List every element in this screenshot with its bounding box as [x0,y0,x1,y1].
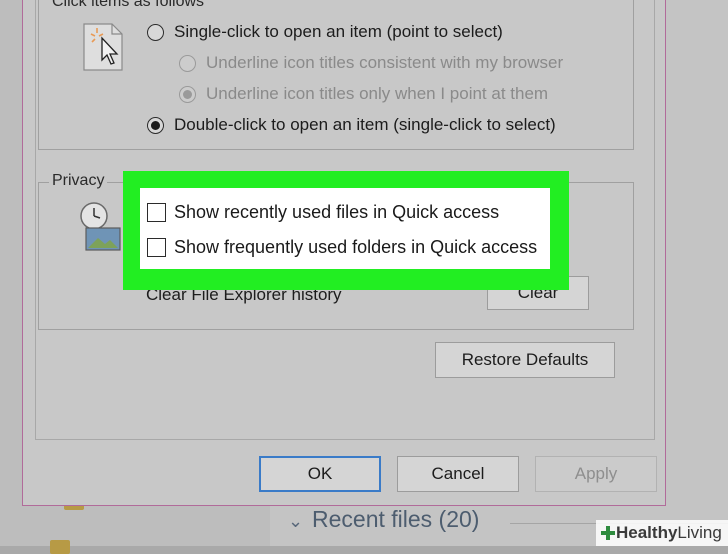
recent-files-title: Recent files (20) [312,506,480,532]
show-frequent-folders-label[interactable]: Show frequently used folders in Quick ac… [174,237,537,258]
show-recent-files-label[interactable]: Show recently used files in Quick access [174,202,499,223]
underline-browser-label[interactable]: Underline icon titles consistent with my… [206,53,563,73]
double-click-label[interactable]: Double-click to open an item (single-cli… [174,115,556,135]
click-items-legend: Click items as follows [49,0,208,11]
recent-files-header[interactable]: ⌄ Recent files (20) [288,506,479,533]
apply-button[interactable]: Apply [535,456,657,492]
watermark-text: HealthyLiving [616,523,722,542]
restore-defaults-button[interactable]: Restore Defaults [435,342,615,378]
healthy-living-logo: HealthyLiving [596,520,728,546]
underline-point-radio[interactable] [179,86,196,103]
show-frequent-folders-checkbox[interactable] [147,238,166,257]
folder-icon [50,540,70,554]
underline-browser-radio[interactable] [179,55,196,72]
clock-picture-icon [80,202,121,251]
show-recent-files-checkbox[interactable] [147,203,166,222]
chevron-down-icon: ⌄ [288,511,304,531]
pointer-document-icon [83,23,123,71]
underline-point-label[interactable]: Underline icon titles only when I point … [206,84,548,104]
double-click-radio[interactable] [147,117,164,134]
cancel-button[interactable]: Cancel [397,456,519,492]
single-click-radio[interactable] [147,24,164,41]
privacy-legend: Privacy [49,172,108,190]
ok-button[interactable]: OK [259,456,381,492]
single-click-label[interactable]: Single-click to open an item (point to s… [174,22,503,42]
plus-leaf-icon [601,526,615,540]
